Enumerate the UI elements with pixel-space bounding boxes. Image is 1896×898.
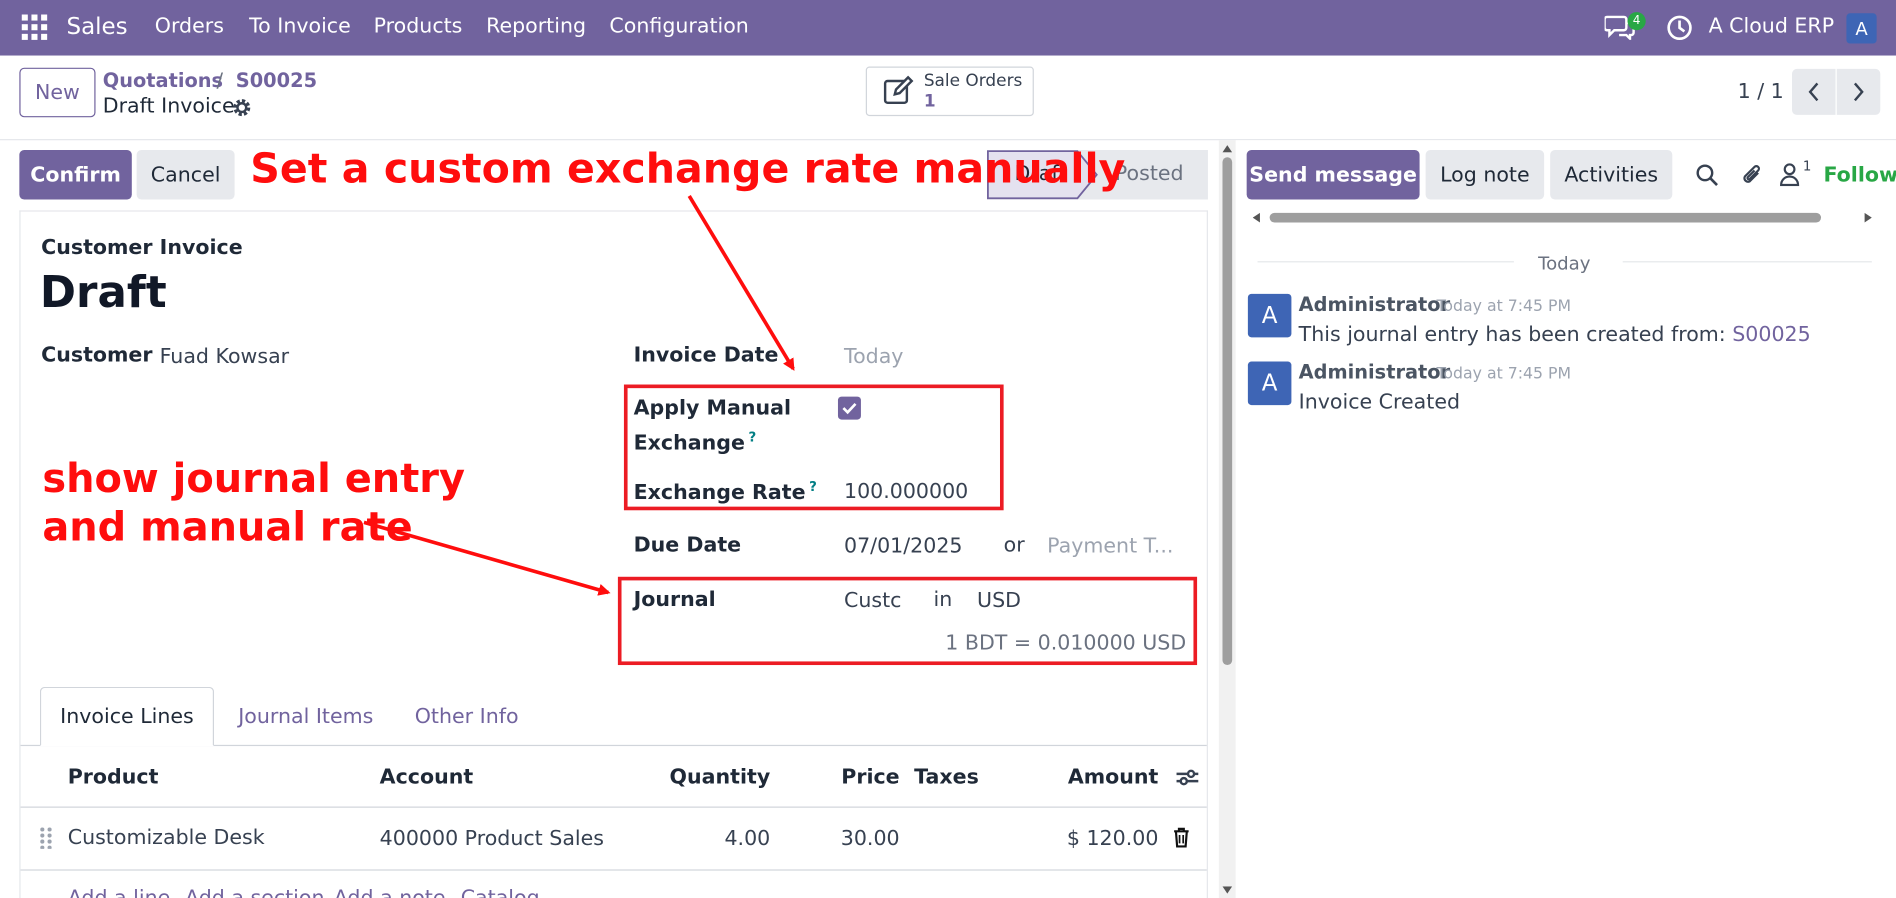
- annotation-arrow-top: [687, 194, 795, 371]
- annotation-arrow-left: [363, 520, 611, 596]
- annotation-arrows: [363, 194, 795, 596]
